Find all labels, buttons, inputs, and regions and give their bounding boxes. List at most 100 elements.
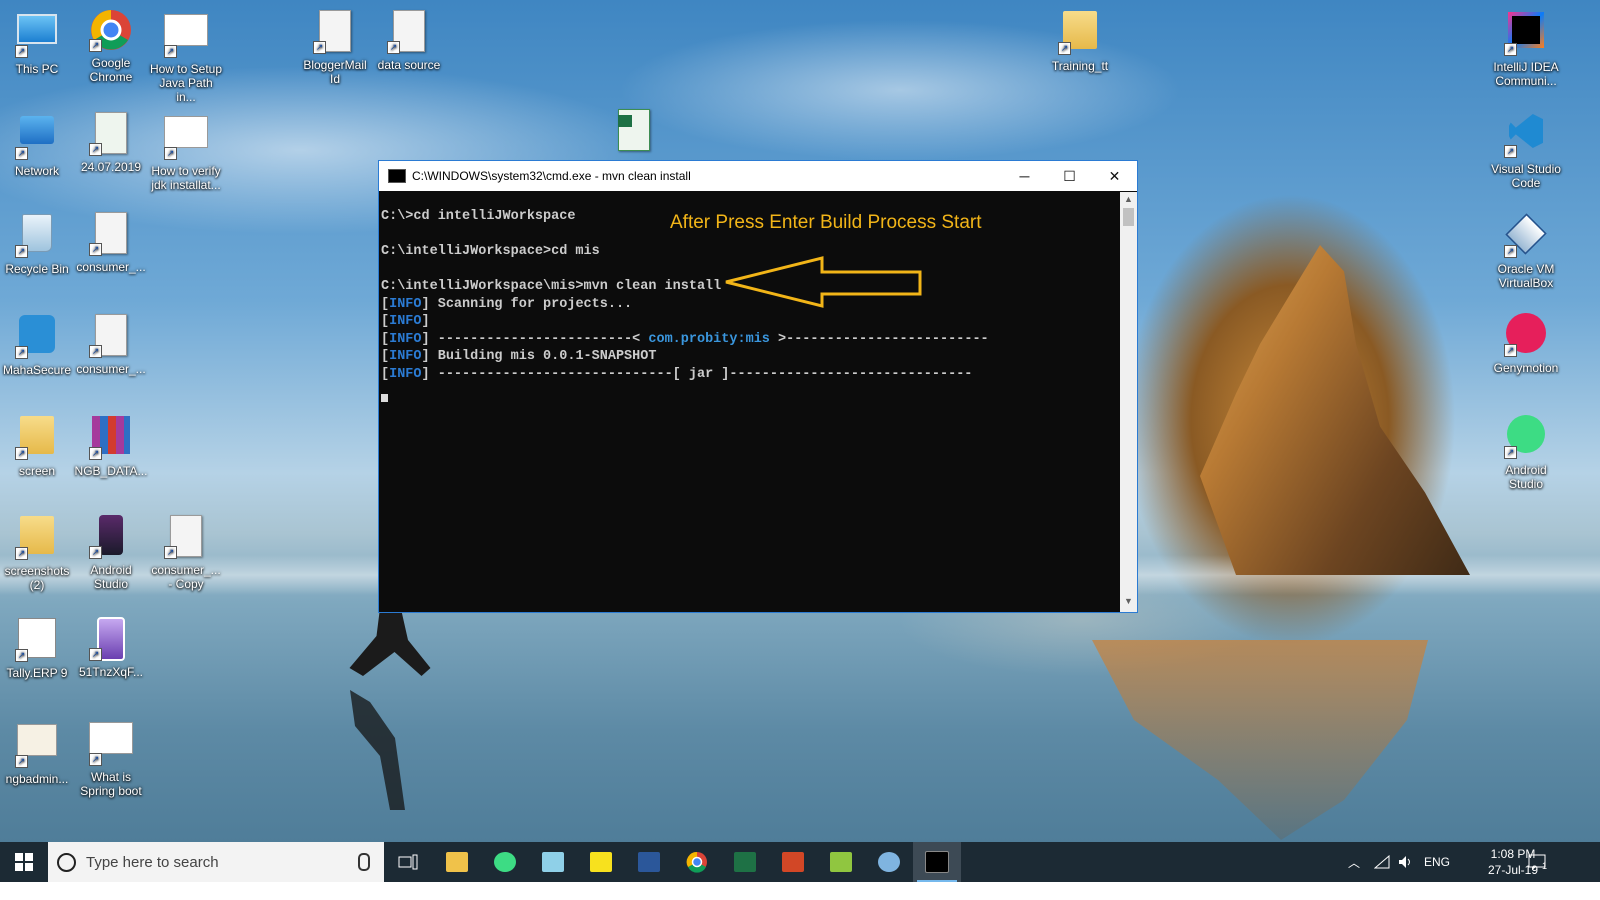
desktop-icon-label: Oracle VM VirtualBox	[1497, 262, 1555, 290]
word-icon	[638, 852, 660, 872]
scroll-thumb[interactable]	[1123, 208, 1134, 226]
android-studio-icon	[494, 852, 516, 872]
desktop-icon[interactable]: ↗ Network	[0, 110, 74, 178]
taskbar: Type here to search ︿ ENG 1:08 PM 27-Jul…	[0, 842, 1600, 882]
minimize-button[interactable]: ─	[1002, 161, 1047, 191]
console-line: [INFO] -----------------------------[ ja…	[381, 367, 973, 382]
desktop-icon[interactable]: ↗ How to Setup Java Path in...	[149, 8, 223, 104]
desktop-icon[interactable]: ↗ Genymotion	[1489, 311, 1563, 375]
chrome-icon	[686, 851, 707, 873]
taskbar-word[interactable]	[625, 842, 673, 882]
phone-icon: ↗	[89, 515, 133, 559]
microphone-icon[interactable]	[358, 853, 370, 871]
shortcut-arrow-icon: ↗	[89, 753, 102, 766]
show-hidden-icons[interactable]: ︿	[1348, 842, 1360, 882]
network-tray[interactable]	[1374, 842, 1390, 882]
volume-tray[interactable]	[1398, 842, 1414, 882]
desktop-icon[interactable]: ↗ This PC	[0, 8, 74, 76]
desktop-icon-label: BloggerMail Id	[303, 58, 367, 86]
action-center[interactable]: 1	[1528, 842, 1547, 882]
desktop-icon[interactable]: ↗ Recycle Bin	[0, 210, 74, 276]
shortcut-arrow-icon: ↗	[1504, 446, 1517, 459]
shortcut-arrow-icon: ↗	[89, 39, 102, 52]
chrome-icon: ↗	[89, 8, 133, 52]
desktop-icon[interactable]: ↗ How to verify jdk installat...	[149, 110, 223, 192]
desktop-icon[interactable]: ↗ Google Chrome	[74, 8, 148, 84]
vscode-icon: ↗	[1504, 114, 1548, 158]
pc-icon: ↗	[15, 14, 59, 58]
task-view-button[interactable]	[384, 842, 432, 882]
maximize-button[interactable]: ☐	[1047, 161, 1092, 191]
shortcut-arrow-icon: ↗	[15, 45, 28, 58]
close-button[interactable]: ✕	[1092, 161, 1137, 191]
desktop-icon[interactable]: ↗ consumer_...	[74, 210, 148, 274]
desktop-icon[interactable]: ↗ Oracle VM VirtualBox	[1489, 210, 1563, 290]
desktop-icon-label: Genymotion	[1493, 361, 1559, 375]
console-line: C:\intelliJWorkspace\mis>mvn clean insta…	[381, 279, 722, 294]
vertical-scrollbar[interactable]: ▲ ▼	[1120, 192, 1137, 612]
desktop-icon[interactable]: ↗ Visual Studio Code	[1489, 109, 1563, 190]
desktop-icon-label: Tally.ERP 9	[6, 666, 68, 680]
desktop-icon-label: screen	[18, 464, 56, 478]
taskbar-chrome[interactable]	[673, 842, 721, 882]
shortcut-arrow-icon: ↗	[1504, 245, 1517, 258]
desktop-icon[interactable]: ↗ screen	[0, 413, 74, 478]
shortcut-arrow-icon: ↗	[15, 755, 28, 768]
taskbar-sticky-notes[interactable]	[577, 842, 625, 882]
cmd-titlebar[interactable]: C:\WINDOWS\system32\cmd.exe - mvn clean …	[379, 161, 1137, 191]
desktop-icon[interactable]: ↗ Android Studio	[1489, 412, 1563, 491]
taskbar-file-explorer[interactable]	[433, 842, 481, 882]
taskbar-excel[interactable]	[721, 842, 769, 882]
desktop-icon[interactable]: ↗ Android Studio	[74, 513, 148, 591]
shortcut-arrow-icon: ↗	[313, 41, 326, 54]
shortcut-arrow-icon: ↗	[1504, 43, 1517, 56]
wifi-icon	[1374, 855, 1390, 869]
excel-icon: ↗	[89, 112, 133, 156]
desktop-icon-label: How to Setup Java Path in...	[149, 62, 223, 104]
info-tag: INFO	[389, 297, 422, 312]
desktop-icon[interactable]: ↗ ngbadmin...	[0, 716, 74, 786]
shortcut-arrow-icon: ↗	[15, 547, 28, 560]
desktop-icon[interactable]: ↗ Training_tt	[1043, 8, 1117, 73]
info-tag: INFO	[389, 349, 422, 364]
desktop-icon-label: Training_tt	[1051, 59, 1109, 73]
console-text: Building mis 0.0.1-SNAPSHOT	[429, 349, 657, 364]
taskbar-android-studio[interactable]	[481, 842, 529, 882]
excel-file-icon[interactable]	[597, 107, 671, 157]
chevron-up-icon: ︿	[1348, 855, 1361, 870]
desktop-icon[interactable]: ↗ consumer_...	[74, 312, 148, 376]
shortcut-arrow-icon: ↗	[89, 143, 102, 156]
desktop-icon-label: screenshots (2)	[4, 564, 70, 592]
desktop-icon-label: consumer_...	[76, 260, 146, 274]
scroll-up-icon[interactable]: ▲	[1120, 194, 1137, 208]
taskbar-notepad[interactable]	[529, 842, 577, 882]
notepad-plus-icon	[830, 852, 852, 872]
speaker-icon	[1399, 856, 1410, 868]
desktop-icon[interactable]: ↗ 24.07.2019	[74, 110, 148, 174]
desktop-icon[interactable]: ↗ Tally.ERP 9	[0, 615, 74, 680]
desktop-icon[interactable]: ↗ What is Spring boot	[74, 716, 148, 798]
desktop-icon-label: IntelliJ IDEA Communi...	[1493, 60, 1559, 88]
taskbar-cmd[interactable]	[913, 842, 961, 882]
desktop-icon[interactable]: ↗ IntelliJ IDEA Communi...	[1489, 8, 1563, 88]
taskbar-notepad-plus[interactable]	[817, 842, 865, 882]
desktop-icon-label: Network	[14, 164, 59, 178]
desktop-icon[interactable]: ↗ BloggerMail Id	[298, 8, 372, 86]
desktop-icon[interactable]: ↗ screenshots (2)	[0, 513, 74, 592]
taskbar-settings[interactable]	[865, 842, 913, 882]
cmd-window-title: C:\WINDOWS\system32\cmd.exe - mvn clean …	[412, 169, 691, 183]
image-icon: ↗	[164, 14, 208, 58]
search-placeholder: Type here to search	[86, 853, 219, 871]
input-language[interactable]: ENG	[1424, 842, 1450, 882]
desktop-icon[interactable]: ↗ 51TnzXqF...	[74, 615, 148, 679]
shortcut-arrow-icon: ↗	[89, 243, 102, 256]
desktop-icon[interactable]: ↗ NGB_DATA...	[74, 413, 148, 478]
taskbar-search-box[interactable]: Type here to search	[48, 842, 384, 882]
artifact-id: com.probity:mis	[648, 332, 770, 347]
desktop-icon[interactable]: ↗ data source	[372, 8, 446, 72]
scroll-down-icon[interactable]: ▼	[1120, 596, 1137, 610]
start-button[interactable]	[0, 842, 48, 882]
taskbar-office[interactable]	[769, 842, 817, 882]
desktop-icon[interactable]: ↗ MahaSecure	[0, 312, 74, 377]
desktop-icon[interactable]: ↗ consumer_... - Copy	[149, 513, 223, 591]
